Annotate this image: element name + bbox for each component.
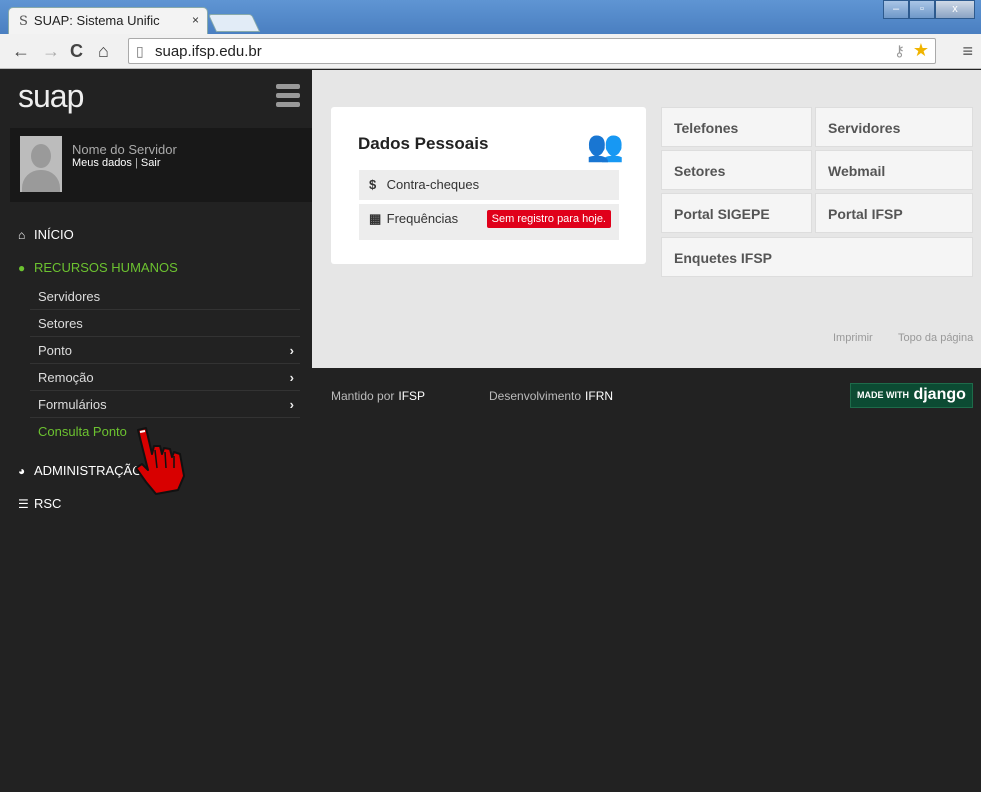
new-tab-button[interactable] [207,14,261,32]
meus-dados-link[interactable]: Meus dados [72,157,132,169]
sidebar-subitem-label: Setores [38,316,83,331]
shortcut-portal-ifsp[interactable]: Portal IFSP [815,193,973,233]
footer-value[interactable]: IFSP [398,389,425,403]
user-links-separator: | [135,157,138,169]
hand-pointer-cursor-icon [135,427,185,495]
contra-cheques-link[interactable]: $ Contra-cheques [359,170,619,200]
close-window-icon[interactable]: x [935,0,975,19]
sair-link[interactable]: Sair [141,157,161,169]
bank-icon: ☰ [18,497,29,511]
sidebar-subitem-label: Remoção [38,370,94,385]
django-badge-small: MADE WITH [857,390,909,400]
shortcut-servidores[interactable]: Servidores [815,107,973,147]
chevron-right-icon: › [289,397,294,412]
url-text: suap.ifsp.edu.br [155,43,262,60]
chevron-right-icon: › [289,343,294,358]
home-icon: ⌂ [18,228,26,242]
hamburger-menu-icon[interactable] [276,84,300,111]
minimize-icon[interactable]: – [883,0,909,19]
favicon-icon: S [19,14,28,29]
shortcut-portal-sigepe[interactable]: Portal SIGEPE [661,193,812,233]
sidebar-subitem-remocao[interactable]: Remoção › [30,364,300,391]
maximize-icon[interactable]: ▫ [909,0,935,19]
footer-value[interactable]: IFRN [585,389,613,403]
avatar [20,136,62,192]
dados-pessoais-card: Dados Pessoais 👥 $ Contra-cheques ▦ Freq… [331,107,646,264]
shortcut-setores[interactable]: Setores [661,150,812,190]
sidebar-item-label: INÍCIO [34,227,74,242]
card-title: Dados Pessoais [358,134,489,153]
address-bar[interactable]: ▯ suap.ifsp.edu.br ⚷ ★ [128,38,936,64]
sidebar-item-label: RSC [34,496,62,511]
back-icon[interactable]: ← [12,41,30,62]
topo-da-pagina-link[interactable]: Topo da página [898,332,973,344]
status-badge: Sem registro para hoje. [486,210,611,228]
user-box: Nome do Servidor Meus dados | Sair [10,128,312,202]
sidebar-subitem-formularios[interactable]: Formulários › [30,391,300,418]
user-name: Nome do Servidor [72,142,177,157]
frequencias-link[interactable]: ▦ Frequências Sem registro para hoje. [359,204,619,240]
sidebar-subitem-label: Formulários [38,397,107,412]
browser-tab[interactable]: S SUAP: Sistema Unific × [8,7,208,34]
django-badge-big: django [913,386,966,403]
reload-icon[interactable]: C [70,41,83,62]
chevron-right-icon: › [289,370,294,385]
calendar-icon: ▦ [369,211,382,226]
home-browser-icon[interactable]: ⌂ [98,41,109,62]
shortcut-webmail[interactable]: Webmail [815,150,973,190]
browser-toolbar: ← → C ⌂ ▯ suap.ifsp.edu.br ⚷ ★ ≡ [0,34,981,69]
forward-icon[interactable]: → [42,41,60,62]
pie-chart-icon: ◕ [18,464,26,478]
footer-label: Mantido por [331,389,395,403]
imprimir-link[interactable]: Imprimir [833,332,873,344]
suap-logo[interactable]: suap [18,78,84,115]
sidebar-item-inicio[interactable]: ⌂ INÍCIO [10,217,312,250]
tab-close-icon[interactable]: × [192,13,199,27]
user-links: Meus dados | Sair [72,157,160,169]
page-icon: ▯ [136,43,144,59]
dollar-icon: $ [369,177,377,192]
footer-desenvolvimento: Desenvolvimento IFRN [489,389,613,403]
sidebar-subitem-label: Servidores [38,289,101,304]
browser-menu-icon[interactable]: ≡ [962,41,973,62]
user-icon: ● [18,261,26,275]
shortcut-telefones[interactable]: Telefones [661,107,812,147]
django-badge[interactable]: MADE WITH django [850,383,973,408]
users-icon: 👥 [586,130,624,163]
footer-mantido: Mantido por IFSP [331,389,425,403]
card-row-label: Frequências [386,211,459,226]
sidebar-subitem-label: Ponto [38,343,72,358]
logo-bar: suap [10,70,312,128]
shortcut-enquetes-ifsp[interactable]: Enquetes IFSP [661,237,973,277]
main-content: Dados Pessoais 👥 $ Contra-cheques ▦ Freq… [312,70,981,368]
sidebar-subitem-setores[interactable]: Setores [30,310,300,337]
sidebar-item-label: ADMINISTRAÇÃO [34,463,143,478]
sidebar-item-label: RECURSOS HUMANOS [34,260,178,275]
sidebar-subitem-ponto[interactable]: Ponto › [30,337,300,364]
sidebar-item-recursos-humanos[interactable]: ● RECURSOS HUMANOS [10,250,312,283]
tab-title: SUAP: Sistema Unific [33,13,160,28]
sidebar-subitem-servidores[interactable]: Servidores [30,283,300,310]
key-icon[interactable]: ⚷ [894,42,905,60]
browser-titlebar: S SUAP: Sistema Unific × – ▫ x [0,0,981,34]
window-controls: – ▫ x [883,0,975,19]
footer-label: Desenvolvimento [489,389,582,403]
sidebar-subitem-label: Consulta Ponto [38,424,127,439]
card-row-label: Contra-cheques [386,177,480,192]
bookmark-star-icon[interactable]: ★ [913,40,929,61]
